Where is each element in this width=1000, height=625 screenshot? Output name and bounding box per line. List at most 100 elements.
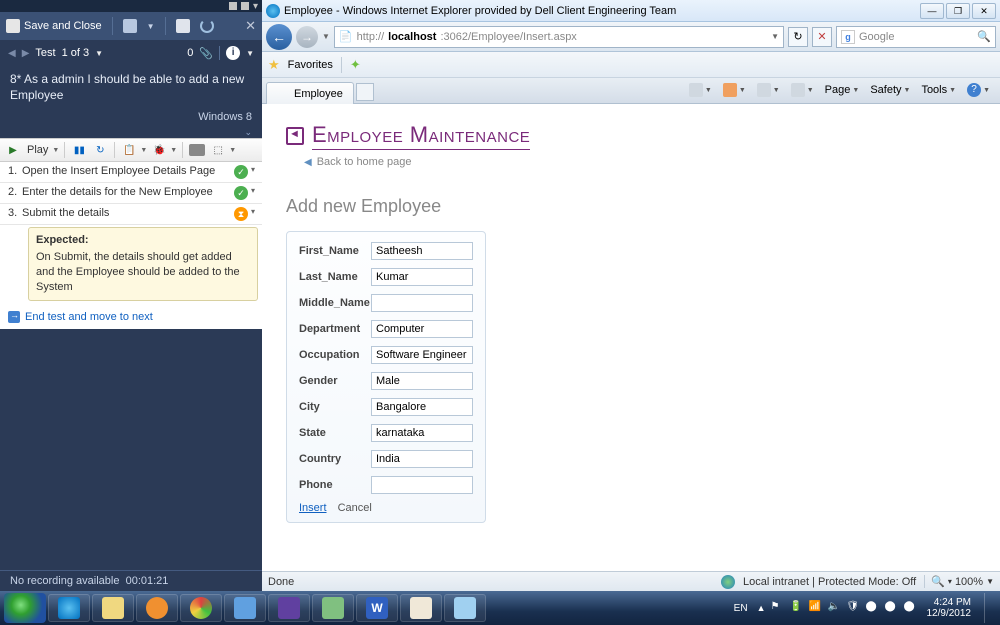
test-step[interactable]: 2. Enter the details for the New Employe… xyxy=(0,183,262,204)
dropdown-icon[interactable]: ▼ xyxy=(170,147,177,154)
dropdown-icon[interactable]: ▼ xyxy=(229,147,236,154)
tray-icon[interactable]: 🔋 xyxy=(790,601,804,615)
camera-icon[interactable] xyxy=(188,141,206,159)
gender-field[interactable] xyxy=(371,372,473,390)
tools-menu[interactable]: Tools ▼ xyxy=(917,82,960,98)
bug-icon[interactable]: 🐞 xyxy=(150,141,168,159)
history-dropdown-icon[interactable]: ▼ xyxy=(322,32,330,41)
middle-name-field[interactable] xyxy=(371,294,473,312)
add-favorite-icon[interactable]: ✦ xyxy=(350,57,361,73)
page-menu[interactable]: Page ▼ xyxy=(821,82,864,98)
browser-tab[interactable]: Employee xyxy=(266,82,354,104)
step-menu-icon[interactable]: ▾ xyxy=(248,207,258,216)
test-dropdown-icon[interactable]: ▼ xyxy=(95,49,103,58)
reset-icon[interactable]: ↻ xyxy=(91,141,109,159)
department-field[interactable] xyxy=(371,320,473,338)
print-button[interactable]: ▼ xyxy=(787,81,818,99)
test-step[interactable]: 1. Open the Insert Employee Details Page… xyxy=(0,162,262,183)
play-icon[interactable]: ▶ xyxy=(4,141,22,159)
first-name-field[interactable] xyxy=(371,242,473,260)
address-bar[interactable]: 📄 http://localhost:3062/Employee/Insert.… xyxy=(334,26,784,48)
taskbar-app-2[interactable] xyxy=(312,594,354,622)
favorites-star-icon[interactable]: ★ xyxy=(268,57,280,73)
safety-menu[interactable]: Safety ▼ xyxy=(866,82,914,98)
pause-icon[interactable]: ▮▮ xyxy=(70,141,88,159)
minimize-button[interactable]: — xyxy=(920,3,944,19)
play-dropdown-icon[interactable]: ▼ xyxy=(52,147,59,154)
dropdown-icon[interactable]: ▼ xyxy=(147,22,155,31)
insert-button[interactable]: Insert xyxy=(299,502,327,514)
cancel-button[interactable]: Cancel xyxy=(338,502,372,514)
refresh-button[interactable]: ↻ xyxy=(788,27,808,47)
attachment-icon[interactable]: 📎 xyxy=(199,47,213,60)
feeds-button[interactable]: ▼ xyxy=(719,81,750,99)
back-button[interactable]: ← xyxy=(266,24,292,50)
play-label[interactable]: Play xyxy=(25,144,50,156)
zoom-control[interactable]: 🔍 ▾ 100% ▼ xyxy=(924,575,994,588)
pass-icon[interactable]: ✓ xyxy=(234,186,248,200)
dock-icon[interactable] xyxy=(229,2,237,10)
city-field[interactable] xyxy=(371,398,473,416)
window-titlebar[interactable]: Employee - Windows Internet Explorer pro… xyxy=(262,0,1000,22)
end-test-button[interactable]: End test and move to next xyxy=(0,305,262,329)
info-dropdown-icon[interactable]: ▼ xyxy=(246,49,254,58)
show-desktop-button[interactable] xyxy=(984,593,994,623)
taskbar-explorer[interactable] xyxy=(92,594,134,622)
taskbar-ie[interactable] xyxy=(48,594,90,622)
zoom-menu-icon[interactable]: ▼ xyxy=(986,577,994,586)
phone-field[interactable] xyxy=(371,476,473,494)
step-menu-icon[interactable]: ▾ xyxy=(248,165,258,174)
dock-icon-2[interactable] xyxy=(241,2,249,10)
language-indicator[interactable]: EN xyxy=(730,601,752,616)
taskbar-media[interactable] xyxy=(136,594,178,622)
close-button[interactable]: ✕ xyxy=(245,18,256,34)
screenshot-icon[interactable]: 📋 xyxy=(120,141,138,159)
step-menu-icon[interactable]: ▾ xyxy=(248,186,258,195)
taskbar-paint[interactable] xyxy=(400,594,442,622)
favorites-label[interactable]: Favorites xyxy=(288,59,333,71)
stop-button[interactable]: ✕ xyxy=(812,27,832,47)
info-icon[interactable]: i xyxy=(226,46,240,60)
tray-icon[interactable]: ⚑ xyxy=(771,601,785,615)
new-tab-button[interactable] xyxy=(356,83,374,101)
expand-icon[interactable]: ⌄ xyxy=(0,127,262,138)
tray-icon[interactable]: 🛡 xyxy=(847,601,861,615)
taskbar-chrome[interactable] xyxy=(180,594,222,622)
pass-icon[interactable]: ✓ xyxy=(234,165,248,179)
next-test-icon[interactable]: ▶ xyxy=(22,48,30,59)
last-name-field[interactable] xyxy=(371,268,473,286)
help-button[interactable]: ?▼ xyxy=(963,81,994,99)
save-and-close-button[interactable]: Save and Close xyxy=(6,19,102,33)
tray-icon[interactable]: ⬤ xyxy=(885,601,899,615)
taskbar-app-1[interactable] xyxy=(224,594,266,622)
address-dropdown-icon[interactable]: ▼ xyxy=(771,32,779,41)
test-step[interactable]: 3. Submit the details ⧗ ▾ xyxy=(0,204,262,225)
mail-button[interactable]: ▼ xyxy=(753,81,784,99)
forward-button[interactable]: → xyxy=(296,26,318,48)
close-button[interactable]: ✕ xyxy=(972,3,996,19)
search-icon[interactable]: 🔍 xyxy=(977,30,991,43)
tray-icon[interactable]: ⬤ xyxy=(904,601,918,615)
back-link[interactable]: ◀ Back to home page xyxy=(304,156,976,168)
panel-options-icon[interactable]: ▾ xyxy=(253,1,258,12)
environment-label[interactable]: Windows 8 xyxy=(0,111,262,127)
country-field[interactable] xyxy=(371,450,473,468)
tray-icon[interactable]: 🔈 xyxy=(828,601,842,615)
clock[interactable]: 4:24 PM 12/9/2012 xyxy=(923,597,976,620)
tray-icon[interactable]: ⬤ xyxy=(866,601,880,615)
start-button[interactable] xyxy=(4,593,46,623)
toolbar-icon-1[interactable] xyxy=(123,19,137,33)
toolbar-icon-2[interactable] xyxy=(176,19,190,33)
home-button[interactable]: ▼ xyxy=(685,81,716,99)
prev-test-icon[interactable]: ◀ xyxy=(8,48,16,59)
refresh-icon[interactable] xyxy=(200,19,214,33)
maximize-button[interactable]: ❐ xyxy=(946,3,970,19)
tray-icon[interactable]: 📶 xyxy=(809,601,823,615)
tool-icon[interactable]: ⬚ xyxy=(209,141,227,159)
active-icon[interactable]: ⧗ xyxy=(234,207,248,221)
search-box[interactable]: g Google 🔍 xyxy=(836,26,996,48)
occupation-field[interactable] xyxy=(371,346,473,364)
taskbar-visualstudio[interactable] xyxy=(268,594,310,622)
show-hidden-icon[interactable]: ▲ xyxy=(757,603,766,613)
taskbar-word[interactable]: W xyxy=(356,594,398,622)
